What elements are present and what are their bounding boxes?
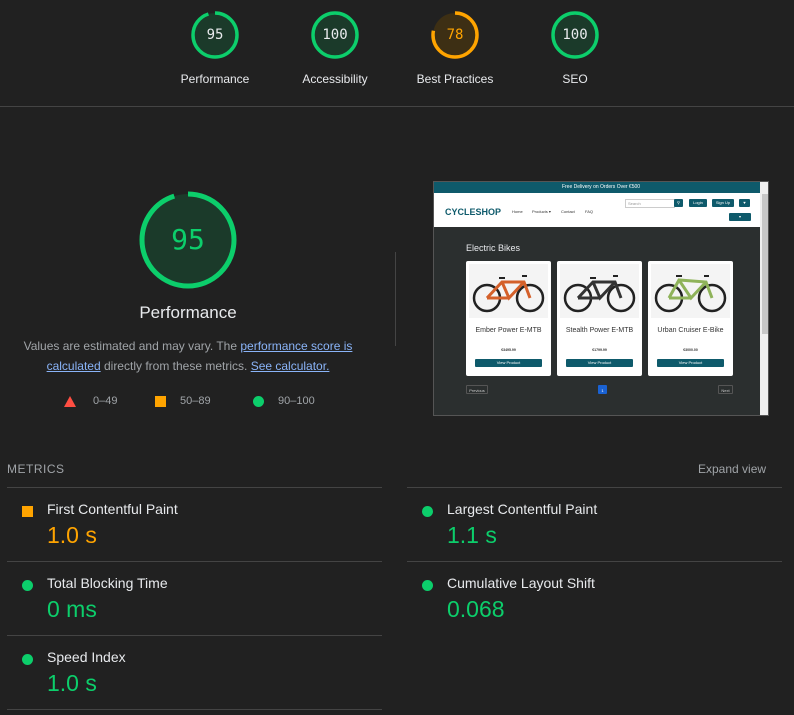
product-name: Urban Cruiser E-Bike	[657, 327, 724, 334]
divider	[7, 635, 382, 636]
heart-icon: ♥	[739, 199, 750, 207]
product-name: Stealth Power E-MTB	[565, 327, 634, 334]
cart-icon: ▾	[729, 213, 751, 221]
gauge-score: 100	[322, 27, 348, 43]
legend-range: 90–100	[278, 395, 315, 407]
product-image	[469, 264, 548, 318]
legend-range: 0–49	[93, 395, 118, 407]
legend-fail: 0–49	[64, 395, 117, 407]
scrollbar-handle	[762, 194, 768, 334]
nav-contact: Contact	[561, 209, 575, 214]
gauge-label: SEO	[562, 72, 588, 86]
gauge-label: Accessibility	[302, 72, 368, 86]
divider	[7, 561, 382, 562]
gauge-score: 78	[446, 27, 464, 43]
view-product-button: View Product	[566, 359, 633, 367]
metric-value: 0 ms	[47, 596, 97, 622]
metric-value: 1.0 s	[47, 670, 97, 696]
legend-range: 50–89	[180, 395, 211, 407]
square-icon	[155, 395, 166, 407]
nav-products: Products ▾	[532, 209, 551, 214]
category-heading: Electric Bikes	[466, 243, 521, 253]
circle-icon	[22, 654, 33, 665]
pagination-page: 1	[598, 385, 607, 394]
site-main: Electric Bikes Ember Power E-MTB €3495.9…	[434, 227, 760, 415]
divider	[7, 709, 382, 710]
product-card: Ember Power E-MTB €3495.99 View Product	[466, 261, 551, 376]
promo-banner: Free Delivery on Orders Over €500	[434, 182, 768, 193]
divider	[7, 487, 382, 488]
product-card: Stealth Power E-MTB €1799.99 View Produc…	[557, 261, 642, 376]
site-brand: CYCLESHOP	[445, 207, 502, 217]
gauge-accessibility[interactable]: 100 Accessibility	[275, 10, 395, 86]
performance-title: Performance	[139, 303, 237, 322]
nav-home: Home	[512, 209, 523, 214]
legend-average: 50–89	[155, 395, 211, 407]
pagination-next: Next	[718, 385, 733, 394]
desc-mid: directly from these metrics.	[100, 359, 251, 373]
circle-icon	[22, 580, 33, 591]
expand-view-toggle[interactable]: Expand view	[698, 462, 766, 476]
metric-label: Cumulative Layout Shift	[447, 575, 595, 591]
gauge-seo[interactable]: 100 SEO	[515, 10, 635, 86]
metric-value: 0.068	[447, 596, 505, 622]
circle-icon	[422, 506, 433, 517]
product-image	[651, 264, 730, 318]
metric-value: 1.0 s	[47, 522, 97, 548]
performance-score: 95	[171, 223, 205, 256]
performance-gauge-large: 95	[138, 190, 238, 290]
product-price: €3000.00	[683, 348, 698, 352]
square-icon	[22, 506, 33, 517]
metric-label: Total Blocking Time	[47, 575, 168, 591]
bike-icon	[563, 275, 636, 313]
view-product-button: View Product	[475, 359, 542, 367]
gauge-label: Performance	[180, 72, 250, 86]
bike-icon	[654, 275, 727, 313]
desc-prefix: Values are estimated and may vary. The	[23, 339, 241, 353]
final-screenshot[interactable]: Free Delivery on Orders Over €500 CYCLES…	[433, 181, 769, 416]
site-signup-button: Sign Up	[712, 199, 734, 207]
performance-description: Values are estimated and may vary. The p…	[18, 336, 358, 376]
search-icon: ⚲	[674, 199, 683, 207]
site-login-button: Login	[689, 199, 707, 207]
legend-pass: 90–100	[253, 395, 315, 407]
thumbnail-scrollbar	[760, 182, 768, 415]
gauge-ring: 78	[430, 10, 480, 60]
product-price: €3495.99	[501, 348, 516, 352]
gauge-performance[interactable]: 95 Performance	[155, 10, 275, 86]
product-card: Urban Cruiser E-Bike €3000.00 View Produ…	[648, 261, 733, 376]
metrics-heading: METRICS	[7, 462, 65, 476]
gauge-ring: 100	[310, 10, 360, 60]
gauge-best-practices[interactable]: 78 Best Practices	[395, 10, 515, 86]
gauge-score: 100	[562, 27, 588, 43]
triangle-icon	[64, 395, 76, 407]
site-search-input: Search	[625, 199, 675, 208]
product-price: €1799.99	[592, 348, 607, 352]
bike-icon	[472, 275, 545, 313]
metric-label: Largest Contentful Paint	[447, 501, 598, 517]
score-gauges-bar: 95 Performance 100 Accessibility 78 Best…	[0, 0, 794, 107]
gauge-ring: 100	[550, 10, 600, 60]
nav-faq: FAQ	[585, 209, 594, 214]
circle-icon	[253, 395, 264, 407]
pagination-previous: Previous	[466, 385, 488, 394]
vertical-divider	[395, 252, 396, 346]
product-name: Ember Power E-MTB	[475, 327, 542, 334]
metric-label: First Contentful Paint	[47, 501, 178, 517]
see-calculator-link[interactable]: See calculator.	[251, 359, 330, 373]
view-product-button: View Product	[657, 359, 724, 367]
metric-label: Speed Index	[47, 649, 126, 665]
divider	[407, 487, 782, 488]
divider	[407, 561, 782, 562]
gauge-label: Best Practices	[416, 72, 494, 86]
circle-icon	[422, 580, 433, 591]
product-image	[560, 264, 639, 318]
metric-value: 1.1 s	[447, 522, 497, 548]
site-navbar: CYCLESHOP Home Products ▾ Contact FAQ Se…	[434, 193, 768, 227]
gauge-ring: 95	[190, 10, 240, 60]
gauge-score: 95	[206, 27, 224, 43]
